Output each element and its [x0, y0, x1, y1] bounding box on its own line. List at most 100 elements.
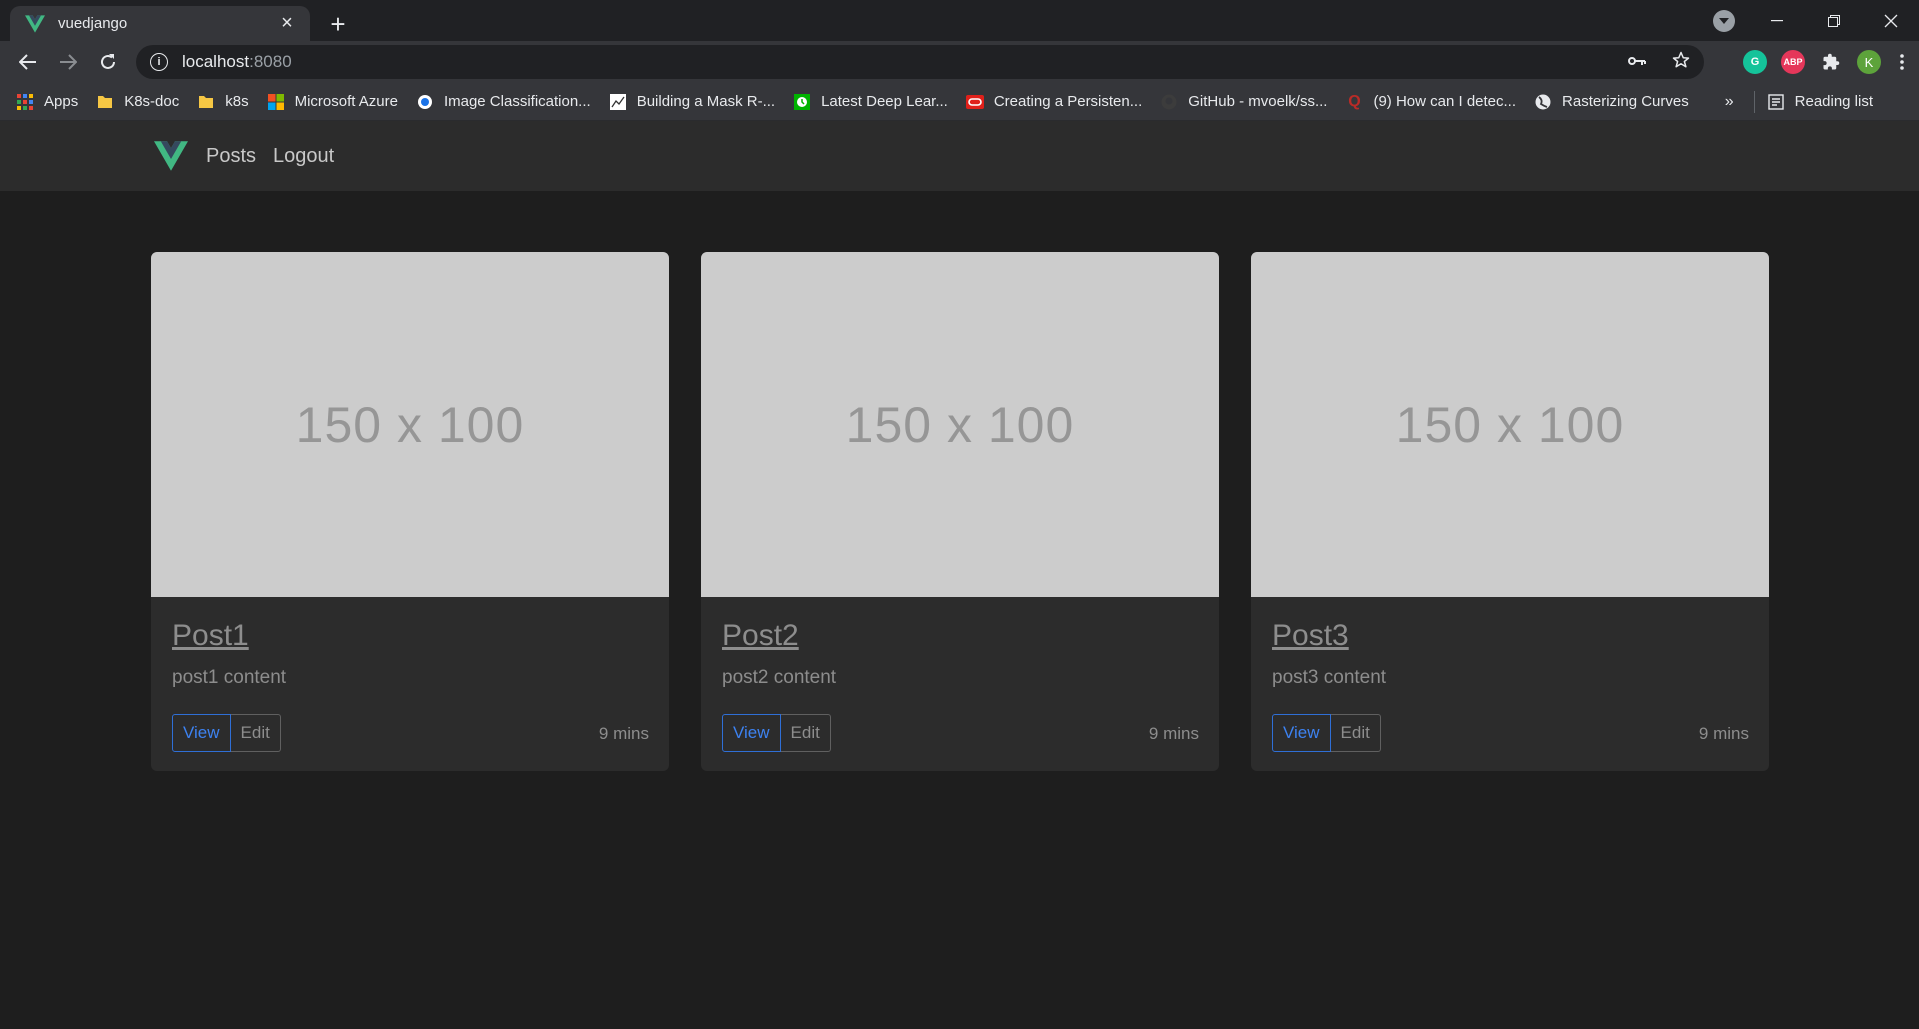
bookmark-star-icon[interactable] [1672, 51, 1690, 74]
reload-icon[interactable] [90, 44, 126, 80]
back-arrow-icon[interactable] [10, 44, 46, 80]
post-content: post3 content [1272, 667, 1387, 688]
globe-icon [1534, 93, 1552, 111]
extensions-puzzle-icon[interactable] [1819, 50, 1843, 74]
post-title-link[interactable]: Post3 [1272, 619, 1349, 653]
bookmark-label: Rasterizing Curves [1562, 93, 1689, 110]
url-host: localhost [182, 52, 250, 71]
post-card-body: Post3 post3 content View Edit 9 mins [1251, 597, 1769, 771]
post-image-placeholder: 150 x 100 [151, 252, 669, 597]
restore-icon[interactable] [1805, 0, 1862, 41]
oracle-icon [965, 93, 984, 111]
post-timestamp: 9 mins [1148, 724, 1199, 743]
password-key-icon[interactable] [1628, 53, 1646, 71]
address-url: localhost:8080 [182, 52, 292, 72]
new-tab-button[interactable]: + [322, 8, 354, 40]
edit-button[interactable]: Edit [780, 714, 831, 752]
browser-titlebar: vuedjango × + [0, 0, 1919, 41]
post-actions: View Edit [722, 714, 831, 752]
bookmark-microsoft-azure[interactable]: Microsoft Azure [267, 93, 398, 111]
bookmark-label: Microsoft Azure [294, 93, 398, 110]
tab-close-icon[interactable]: × [276, 12, 298, 35]
minimize-icon[interactable] [1748, 0, 1805, 41]
post-title-link[interactable]: Post2 [722, 619, 799, 653]
site-icon [416, 93, 434, 111]
post-card: 150 x 100 Post1 post1 content View Edit … [151, 252, 669, 771]
grammarly-icon[interactable]: G [1743, 50, 1767, 74]
post-actions: View Edit [1272, 714, 1381, 752]
post-title-link[interactable]: Post1 [172, 619, 249, 653]
folder-icon [96, 93, 114, 111]
bookmark-label: Creating a Persisten... [993, 93, 1143, 110]
placeholder-text: 150 x 100 [845, 396, 1075, 453]
forward-arrow-icon[interactable] [50, 44, 86, 80]
site-icon [609, 93, 627, 111]
quora-icon: Q [1348, 92, 1361, 110]
apps-grid-icon [16, 93, 34, 111]
bookmark-github[interactable]: GitHub - mvoelk/ss... [1160, 93, 1327, 111]
browser-tab[interactable]: vuedjango × [10, 6, 310, 41]
bookmark-label: (9) How can I detec... [1373, 93, 1517, 110]
post-card: 150 x 100 Post3 post3 content View Edit … [1251, 252, 1769, 771]
bookmark-label: Latest Deep Lear... [821, 93, 948, 110]
reading-list-icon [1767, 93, 1785, 111]
site-info-icon[interactable]: i [150, 53, 168, 71]
post-content: post2 content [722, 667, 837, 688]
nav-logout-link[interactable]: Logout [273, 145, 334, 168]
bookmark-label: Apps [44, 93, 79, 110]
post-timestamp: 9 mins [1698, 724, 1749, 743]
tab-title: vuedjango [58, 15, 128, 32]
post-actions: View Edit [172, 714, 281, 752]
bookmark-mask-rcnn[interactable]: Building a Mask R-... [609, 93, 775, 111]
bookmark-label: Building a Mask R-... [636, 93, 776, 110]
site-icon [793, 93, 811, 111]
view-button[interactable]: View [1272, 714, 1331, 752]
profile-avatar[interactable]: K [1857, 50, 1881, 74]
bookmark-label: GitHub - mvoelk/ss... [1188, 93, 1328, 110]
bookmark-k8s[interactable]: k8s [197, 93, 249, 111]
microsoft-icon [267, 93, 285, 111]
edit-button[interactable]: Edit [230, 714, 281, 752]
app-navbar: Posts Logout [0, 121, 1919, 191]
bookmark-k8s-doc[interactable]: K8s-doc [96, 93, 179, 111]
post-card-body: Post1 post1 content View Edit 9 mins [151, 597, 669, 771]
placeholder-text: 150 x 100 [295, 396, 525, 453]
tab-search-icon[interactable] [1713, 10, 1735, 32]
bookmark-rasterizing-curves[interactable]: Rasterizing Curves [1534, 93, 1689, 111]
bookmark-creating-persistent[interactable]: Creating a Persisten... [965, 93, 1143, 111]
bookmark-quora[interactable]: Q (9) How can I detec... [1345, 93, 1516, 111]
github-icon [1160, 93, 1178, 111]
url-port: :8080 [249, 52, 292, 71]
browser-toolbar: i localhost:8080 G ABP K [0, 41, 1919, 83]
view-button[interactable]: View [172, 714, 231, 752]
bookmarks-bar: Apps K8s-doc k8s Microsoft Azure Image C… [0, 83, 1919, 121]
extensions-area: G ABP K [1743, 45, 1909, 79]
reading-list-label: Reading list [1794, 93, 1874, 110]
bookmark-label: k8s [225, 93, 249, 110]
nav-posts-link[interactable]: Posts [206, 145, 256, 168]
edit-button[interactable]: Edit [1330, 714, 1381, 752]
bookmarks-overflow-chevron-icon[interactable]: » [1725, 93, 1734, 111]
vue-logo-icon[interactable] [154, 141, 188, 171]
menu-kebab-icon[interactable] [1895, 50, 1909, 74]
bookmark-label: K8s-doc [124, 93, 180, 110]
address-bar[interactable]: i localhost:8080 [136, 45, 1704, 79]
reading-list-button[interactable]: Reading list [1767, 93, 1873, 111]
bookmark-deep-learning[interactable]: Latest Deep Lear... [793, 93, 948, 111]
bookmark-label: Image Classification... [443, 93, 591, 110]
bookmark-image-classification[interactable]: Image Classification... [416, 93, 591, 111]
window-controls [1748, 0, 1919, 41]
placeholder-text: 150 x 100 [1395, 396, 1625, 453]
bookmark-apps[interactable]: Apps [16, 93, 78, 111]
vue-favicon-icon [24, 13, 46, 35]
folder-icon [197, 93, 215, 111]
address-bar-actions [1628, 45, 1690, 79]
close-window-icon[interactable] [1862, 0, 1919, 41]
view-button[interactable]: View [722, 714, 781, 752]
posts-grid: 150 x 100 Post1 post1 content View Edit … [0, 191, 1919, 771]
post-content: post1 content [172, 667, 287, 688]
post-card: 150 x 100 Post2 post2 content View Edit … [701, 252, 1219, 771]
post-image-placeholder: 150 x 100 [701, 252, 1219, 597]
post-image-placeholder: 150 x 100 [1251, 252, 1769, 597]
adblock-plus-icon[interactable]: ABP [1781, 50, 1805, 74]
